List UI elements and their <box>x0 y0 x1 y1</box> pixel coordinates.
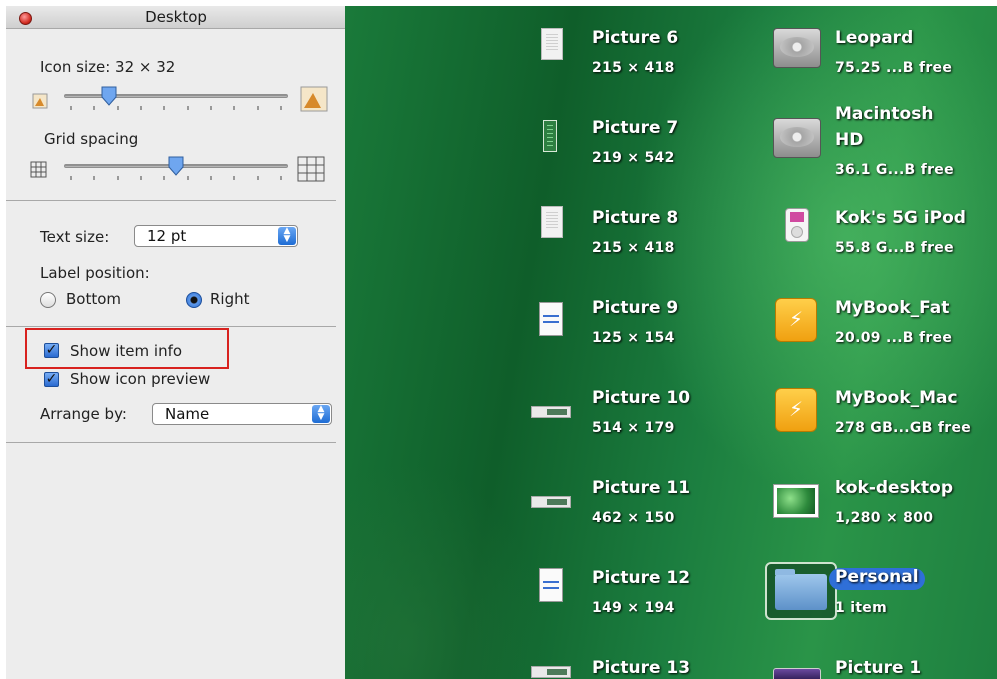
large-grid-icon <box>297 156 325 182</box>
item-info: 514 × 179 <box>592 420 675 436</box>
icon-size-ticks <box>70 106 282 112</box>
item-info: 215 × 418 <box>592 60 675 76</box>
grid-spacing-label: Grid spacing <box>44 130 139 148</box>
external-drive-icon: ⚡ <box>775 298 817 342</box>
item-info: 20.09 ...B free <box>835 330 953 346</box>
select-arrows-icon: ▲ ▼ <box>312 405 330 423</box>
hard-drive-icon <box>773 28 821 68</box>
text-size-value: 12 pt <box>147 227 187 245</box>
separator <box>6 200 336 201</box>
arrange-by-select[interactable]: Name ▲ ▼ <box>152 403 332 425</box>
large-picture-icon <box>300 86 328 112</box>
folder-icon <box>775 569 827 610</box>
bottom-radio[interactable] <box>40 292 56 308</box>
item-info: 55.8 G...B free <box>835 240 954 256</box>
item-name: Personal <box>835 567 919 587</box>
show-icon-preview-label: Show icon preview <box>70 370 211 388</box>
label-position-label: Label position: <box>40 264 150 282</box>
title-bar: Desktop <box>6 6 346 29</box>
wide-image-icon <box>531 666 571 678</box>
item-name: MyBook_Fat <box>835 298 950 318</box>
item-name: Kok's 5G iPod <box>835 208 966 228</box>
window-title: Desktop <box>145 8 207 26</box>
item-name: Picture 10 <box>592 388 691 408</box>
dialog-image-icon <box>539 302 563 336</box>
separator <box>6 326 336 327</box>
item-info: 215 × 418 <box>592 240 675 256</box>
purple-image-icon <box>773 668 821 679</box>
item-info: 462 × 150 <box>592 510 675 526</box>
external-drive-icon: ⚡ <box>775 388 817 432</box>
item-name: kok-desktop <box>835 478 953 498</box>
arrange-by-label: Arrange by: <box>40 405 127 423</box>
right-radio-label: Right <box>210 290 250 308</box>
item-name: Picture 6 <box>592 28 679 48</box>
item-name: Macintosh <box>835 104 934 124</box>
icon-size-slider[interactable] <box>64 94 288 98</box>
wide-image-icon <box>531 406 571 418</box>
item-name: Picture 7 <box>592 118 679 138</box>
tall-image-icon <box>543 120 557 152</box>
separator <box>6 442 336 443</box>
item-info: 75.25 ...B free <box>835 60 953 76</box>
item-name: Picture 12 <box>592 568 691 588</box>
right-radio[interactable] <box>186 292 202 308</box>
text-size-label: Text size: <box>40 228 110 246</box>
grid-spacing-ticks <box>70 176 282 182</box>
hard-drive-icon <box>773 118 821 158</box>
item-name: Leopard <box>835 28 914 48</box>
item-name: Picture 13 <box>592 658 691 678</box>
wide-image-icon <box>531 496 571 508</box>
item-info: 1,280 × 800 <box>835 510 934 526</box>
item-name: Picture 8 <box>592 208 679 228</box>
grid-spacing-slider-thumb[interactable] <box>167 156 185 176</box>
small-grid-icon <box>30 161 47 178</box>
select-arrows-icon: ▲ ▼ <box>278 227 296 245</box>
folder-selection <box>765 562 837 620</box>
icon-size-slider-thumb[interactable] <box>100 86 118 106</box>
item-name: MyBook_Mac <box>835 388 958 408</box>
text-size-select[interactable]: 12 pt ▲ ▼ <box>134 225 298 247</box>
selected-name-pill: Personal <box>829 567 925 590</box>
item-info: 1 item <box>835 600 887 616</box>
ipod-icon <box>785 208 809 242</box>
bottom-radio-label: Bottom <box>66 290 122 308</box>
item-info: 125 × 154 <box>592 330 675 346</box>
photo-icon <box>773 484 819 518</box>
item-name-line2: HD <box>835 130 864 150</box>
show-icon-preview-checkbox[interactable]: ✓ <box>44 372 59 387</box>
item-info: 278 GB...GB free <box>835 420 972 436</box>
item-name: Picture 11 <box>592 478 691 498</box>
dialog-image-icon <box>539 568 563 602</box>
item-name: Picture 1 <box>835 658 922 678</box>
document-icon <box>541 28 563 60</box>
item-name: Picture 9 <box>592 298 679 318</box>
desktop-area: Picture 6 215 × 418 Picture 7 219 × 542 … <box>345 6 997 679</box>
item-info: 219 × 542 <box>592 150 675 166</box>
highlight-annotation <box>25 328 229 369</box>
document-icon <box>541 206 563 238</box>
item-info: 149 × 194 <box>592 600 675 616</box>
small-picture-icon <box>32 93 48 109</box>
arrange-by-value: Name <box>165 405 210 423</box>
item-info: 36.1 G...B free <box>835 162 954 178</box>
icon-size-label: Icon size: 32 × 32 <box>40 58 176 76</box>
